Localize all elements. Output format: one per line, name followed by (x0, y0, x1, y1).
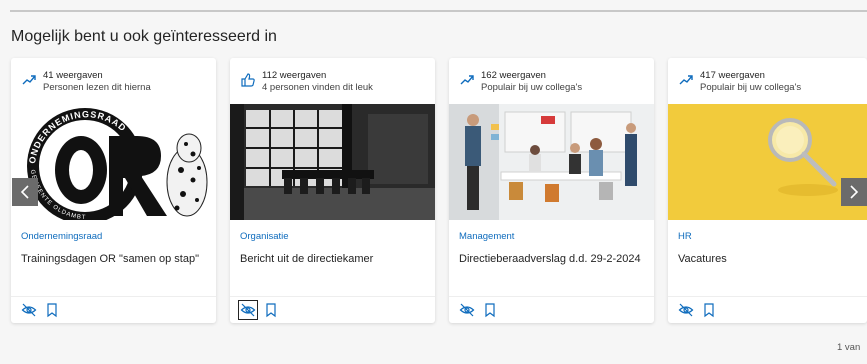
pager-indicator: 1 van (837, 342, 861, 353)
card-thumbnail[interactable] (230, 104, 435, 220)
card-actions (230, 296, 435, 323)
card-thumbnail[interactable] (668, 104, 867, 220)
card-thumbnail[interactable]: ONDERNEMINGSRAAD GEMEENTE OLDAMBT (11, 104, 216, 220)
bookmark-icon[interactable] (263, 302, 279, 318)
card-category[interactable]: HR (678, 231, 692, 242)
card-title[interactable]: Directieberaadverslag d.d. 29-2-2024 (459, 251, 644, 268)
bookmark-icon[interactable] (44, 302, 60, 318)
card-stats: 112 weergaven 4 personen vinden dit leuk (230, 58, 435, 104)
news-card-3[interactable]: 162 weergaven Populair bij uw collega's (449, 58, 654, 323)
eye-off-icon[interactable] (238, 300, 258, 320)
top-divider (10, 10, 867, 12)
news-card-2[interactable]: 112 weergaven 4 personen vinden dit leuk (230, 58, 435, 323)
card-title[interactable]: Vacatures (678, 251, 863, 268)
eye-off-icon[interactable] (21, 302, 37, 318)
view-reason: Populair bij uw collega's (481, 82, 583, 93)
card-title[interactable]: Bericht uit de directiekamer (240, 251, 425, 268)
chevron-right-icon (850, 185, 859, 199)
carousel-next-button[interactable] (841, 178, 867, 206)
view-reason: Populair bij uw collega's (700, 82, 802, 93)
carousel-prev-button[interactable] (12, 178, 38, 206)
like-icon (241, 73, 255, 87)
trending-up-icon (460, 75, 474, 85)
eye-off-icon[interactable] (678, 302, 694, 318)
card-title[interactable]: Trainingsdagen OR "samen op stap" (21, 251, 206, 268)
card-category[interactable]: Organisatie (240, 231, 289, 242)
section-title: Mogelijk bent u ook geïnteresseerd in (11, 28, 277, 45)
news-card-4[interactable]: 417 weergaven Populair bij uw collega's … (668, 58, 867, 323)
card-stats: 417 weergaven Populair bij uw collega's (668, 58, 867, 104)
card-thumbnail[interactable] (449, 104, 654, 220)
chevron-left-icon (20, 185, 29, 199)
view-reason: Personen lezen dit hierna (43, 82, 151, 93)
view-count: 417 weergaven (700, 70, 765, 81)
bookmark-icon[interactable] (701, 302, 717, 318)
trending-up-icon (679, 75, 693, 85)
view-reason: 4 personen vinden dit leuk (262, 82, 373, 93)
card-category[interactable]: Ondernemingsraad (21, 231, 102, 242)
card-actions (668, 296, 867, 323)
trending-up-icon (22, 75, 36, 85)
card-stats: 41 weergaven Personen lezen dit hierna (11, 58, 216, 104)
view-count: 112 weergaven (262, 70, 327, 81)
card-category[interactable]: Management (459, 231, 514, 242)
view-count: 41 weergaven (43, 70, 103, 81)
card-actions (11, 296, 216, 323)
eye-off-icon[interactable] (459, 302, 475, 318)
card-actions (449, 296, 654, 323)
view-count: 162 weergaven (481, 70, 546, 81)
card-stats: 162 weergaven Populair bij uw collega's (449, 58, 654, 104)
bookmark-icon[interactable] (482, 302, 498, 318)
news-card-1[interactable]: 41 weergaven Personen lezen dit hierna O… (11, 58, 216, 323)
